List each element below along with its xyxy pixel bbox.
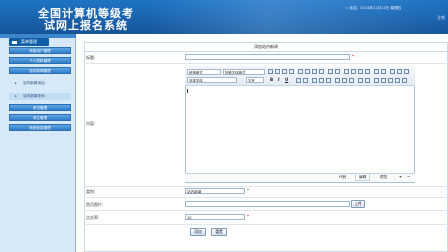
cut-icon[interactable] [344, 69, 349, 74]
insert-media-icon[interactable] [349, 78, 354, 83]
sidebar-item-label: 站内新闻添加 [23, 81, 45, 85]
italic-icon[interactable]: I [278, 77, 280, 82]
sidebar-item-exam[interactable]: 考试管理 [9, 104, 71, 111]
undo-icon[interactable] [374, 69, 379, 74]
upload-button[interactable]: 上传 [351, 200, 365, 208]
editor-text-area[interactable] [186, 87, 414, 169]
category-select[interactable]: 站内新闻 [185, 188, 245, 194]
tab-code[interactable]: 代码 [336, 174, 349, 181]
sidebar-item-system-info[interactable]: 系统信息管理 [9, 124, 71, 131]
welcome-date-text: ☆ 欢迎，2014年11月13日 星期四 [345, 6, 402, 10]
sidebar-item-label: 考生管理 [32, 116, 48, 120]
banner-decoration [150, 0, 448, 34]
row-divider [84, 197, 448, 198]
shrink-editor-icon[interactable]: − [404, 174, 413, 181]
sidebar-item-label: 系统用户管理 [29, 49, 51, 53]
row-divider [84, 63, 448, 64]
insert-link-icon[interactable] [358, 78, 363, 83]
underline-icon[interactable]: U [285, 77, 288, 82]
sidebar-item-news-manage[interactable]: 站内新闻管理 [9, 67, 71, 74]
required-mark: * [247, 188, 249, 193]
insert-flash-icon[interactable] [342, 78, 347, 83]
superscript-icon[interactable] [328, 69, 333, 74]
title-input[interactable] [185, 54, 350, 60]
sidebar-item-label: 考试管理 [32, 106, 48, 110]
row-divider [84, 224, 448, 225]
insert-table-icon[interactable] [312, 78, 317, 83]
font-size-select[interactable]: 字号 [246, 77, 264, 83]
submit-button[interactable]: 添加 [190, 228, 206, 236]
emoticon-icon[interactable] [395, 78, 400, 83]
sidebar-item-label: 系统信息管理 [29, 126, 51, 130]
fullscreen-icon[interactable] [402, 78, 407, 83]
unordered-list-icon[interactable] [305, 69, 310, 74]
row-divider [84, 210, 448, 211]
paste-icon[interactable] [358, 69, 363, 74]
copy-icon[interactable] [351, 69, 356, 74]
select-all-icon[interactable] [404, 69, 409, 74]
sidebar-item-news-query[interactable]: ▸ 站内新闻查询 [9, 93, 71, 100]
sidebar-item-system-users[interactable]: 系统用户管理 [9, 47, 71, 54]
align-right-icon[interactable] [282, 69, 287, 74]
clicks-input[interactable]: 10 [185, 214, 245, 220]
sidebar-item-candidates[interactable]: 考生管理 [9, 114, 71, 121]
replace-icon[interactable] [397, 69, 402, 74]
menu-header[interactable]: 菜单管理 [9, 38, 49, 46]
title-label: 标题: [86, 55, 96, 60]
insert-row-icon[interactable] [319, 78, 324, 83]
subscript-icon[interactable] [335, 69, 340, 74]
menu-icon [12, 40, 17, 44]
sidebar-item-label: 站内新闻查询 [23, 94, 45, 98]
form-title: 添加站内新闻 [84, 42, 448, 52]
paste-text-icon[interactable] [365, 69, 370, 74]
find-icon[interactable] [390, 69, 395, 74]
tab-preview[interactable]: 预览 [377, 174, 390, 181]
sidebar-item-label: 个人资料管理 [29, 59, 51, 63]
indent-icon[interactable] [319, 69, 324, 74]
image-label: 首页图片: [86, 202, 104, 207]
outdent-icon[interactable] [312, 69, 317, 74]
category-label: 类别: [86, 189, 96, 194]
logout-link[interactable]: 注销 [437, 15, 445, 21]
clicks-label: 点击率: [86, 215, 100, 220]
paragraph-format-select[interactable]: 段落格式 [187, 69, 221, 75]
menu-header-label: 菜单管理 [21, 39, 37, 44]
insert-image-icon[interactable] [335, 78, 340, 83]
required-mark: * [247, 214, 249, 219]
text-caret [187, 89, 188, 93]
justify-icon[interactable] [289, 69, 294, 74]
tab-edit[interactable]: 编辑 [355, 174, 371, 181]
font-color-icon[interactable] [296, 78, 301, 83]
remove-link-icon[interactable] [365, 78, 370, 83]
bold-icon[interactable]: B [270, 77, 273, 82]
arrow-right-icon: ▸ [15, 81, 17, 85]
align-left-icon[interactable] [268, 69, 273, 74]
font-format-select[interactable]: 特殊字体格式 [223, 69, 265, 75]
ordered-list-icon[interactable] [298, 69, 303, 74]
arrow-right-icon: ▸ [15, 94, 17, 98]
insert-rule-icon[interactable] [374, 78, 379, 83]
system-title-line2: 试网上报名系统 [44, 19, 128, 32]
align-center-icon[interactable] [275, 69, 280, 74]
insert-date-icon[interactable] [381, 78, 386, 83]
image-path-input[interactable] [185, 201, 350, 207]
font-family-select[interactable]: 选择字体 [187, 77, 237, 83]
special-char-icon[interactable] [388, 78, 393, 83]
reset-button[interactable]: 重置 [211, 228, 227, 236]
sidebar-item-profile[interactable]: 个人资料管理 [9, 57, 71, 64]
content-label: 内容: [86, 121, 96, 126]
background-color-icon[interactable] [303, 78, 308, 83]
redo-icon[interactable] [381, 69, 386, 74]
required-mark: * [352, 54, 354, 59]
row-divider [84, 186, 448, 187]
insert-column-icon[interactable] [326, 78, 331, 83]
sidebar-item-label: 站内新闻管理 [29, 69, 51, 73]
sidebar-item-news-add[interactable]: ▸ 站内新闻添加 [9, 80, 71, 87]
